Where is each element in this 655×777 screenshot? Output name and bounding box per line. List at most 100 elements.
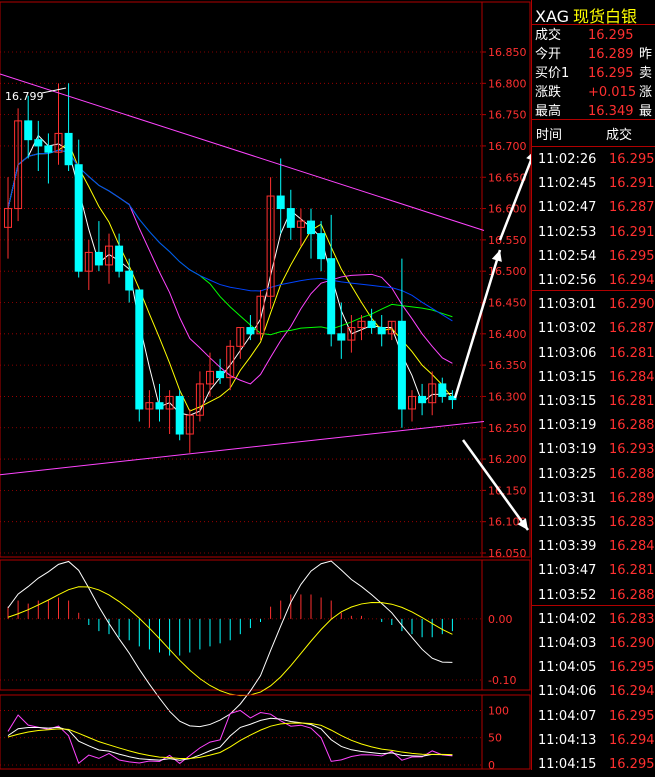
quote-row: 涨跌 +0.015 涨 (535, 83, 652, 103)
tick-price: 16.293 (609, 442, 655, 458)
tick-price: 16.284 (609, 369, 655, 385)
tick-time: 11:03:15 (538, 394, 597, 409)
candle-down (94, 251, 103, 266)
candle-down (64, 132, 73, 166)
tick-row[interactable]: 11:02:26 16.295 (538, 148, 655, 172)
tick-row[interactable]: 11:03:06 16.281 (538, 342, 655, 366)
tick-price: 16.295 (609, 248, 655, 264)
tick-time: 11:03:39 (538, 539, 597, 555)
tick-row[interactable]: 11:03:19 16.293 (538, 438, 655, 462)
candle-down (175, 395, 184, 435)
quote-value: 16.289 (588, 47, 634, 62)
candle-down (397, 320, 406, 410)
tick-row[interactable]: 11:03:15 16.284 (538, 366, 655, 390)
tick-price: 16.295 (609, 660, 655, 676)
tick-row[interactable]: 11:03:02 16.287 (538, 317, 655, 341)
quote-extra-label: 涨 (639, 85, 653, 100)
candle-down (246, 327, 255, 335)
divider (532, 146, 655, 147)
price-tick-label: 16.450 (488, 297, 527, 310)
kline-chart[interactable]: 16.799 16.85016.80016.75016.70016.65016.… (0, 0, 531, 770)
kdj-tick-label: 0 (488, 759, 495, 770)
tick-price: 16.291 (609, 176, 655, 192)
tick-row[interactable]: 11:03:31 16.289 (538, 487, 655, 511)
tick-row[interactable]: 11:02:53 16.291 (538, 221, 655, 245)
arrow-up (453, 249, 502, 399)
tick-row[interactable]: 11:04:03 16.290 (538, 632, 655, 656)
tick-price: 16.289 (609, 490, 655, 506)
candle-down (155, 402, 164, 410)
ticks-header-price: 成交 (606, 128, 633, 143)
price-tick-label: 16.050 (488, 547, 527, 560)
macd-dea-line (7, 586, 453, 697)
candle-down (418, 395, 427, 404)
quote-value: 16.295 (588, 28, 634, 43)
price-tick-label: 16.550 (488, 234, 527, 247)
price-tick-label: 16.350 (488, 359, 527, 372)
tick-row[interactable]: 11:03:01 16.290 (538, 293, 655, 317)
tick-time: 11:04:03 (538, 636, 597, 651)
macd-frame (0, 559, 531, 691)
tick-price: 16.287 (609, 200, 655, 216)
candle-down (367, 320, 376, 329)
price-tick-label: 16.650 (488, 171, 527, 184)
tick-price: 16.281 (609, 345, 655, 361)
tick-price: 16.295 (609, 152, 655, 167)
tick-time: 11:02:26 (538, 152, 597, 167)
quote-value: 16.295 (588, 66, 634, 81)
tick-row[interactable]: 11:03:35 16.283 (538, 511, 655, 535)
high-price-annotation: 16.799 (5, 90, 44, 103)
tick-time: 11:02:45 (538, 176, 597, 192)
tick-time: 11:03:47 (538, 563, 597, 579)
tick-time: 11:04:02 (538, 611, 597, 627)
tick-row[interactable]: 11:04:07 16.295 (538, 705, 655, 729)
candle-down (276, 195, 285, 210)
tick-price: 16.294 (609, 732, 655, 748)
tick-row[interactable]: 11:02:47 16.287 (538, 196, 655, 220)
price-tick-label: 16.200 (488, 453, 527, 466)
quote-extra-label: 卖 (639, 66, 653, 81)
price-tick-label: 16.250 (488, 422, 527, 435)
tick-price: 16.291 (609, 224, 655, 240)
tick-group-divider (532, 290, 655, 292)
tick-row[interactable]: 11:03:15 16.281 (538, 390, 655, 414)
quote-label: 今开 (535, 47, 562, 62)
candle-down (327, 258, 336, 335)
quote-row: 买价1 16.295 卖 (535, 64, 652, 84)
candle-down (317, 233, 326, 260)
price-panel-frame (0, 1, 531, 558)
tick-time: 11:04:07 (538, 708, 597, 724)
candle-down (377, 327, 386, 335)
candle-down (135, 289, 144, 410)
quote-value: +0.015 (588, 85, 637, 100)
tick-row[interactable]: 11:04:05 16.295 (538, 656, 655, 680)
ma-20-line (7, 149, 453, 336)
tick-time: 11:02:53 (538, 224, 597, 240)
tick-row[interactable]: 11:04:13 16.294 (538, 729, 655, 753)
tick-row[interactable]: 11:03:47 16.281 (538, 559, 655, 583)
tick-time: 11:03:19 (538, 418, 597, 434)
tick-row[interactable]: 11:03:25 16.288 (538, 463, 655, 487)
tick-time: 11:03:01 (538, 297, 597, 313)
tick-group-divider (532, 604, 655, 606)
price-tick-label: 16.750 (488, 109, 527, 122)
tick-price: 16.290 (609, 297, 655, 313)
price-tick-label: 16.800 (488, 77, 527, 90)
tick-row[interactable]: 11:02:54 16.295 (538, 245, 655, 269)
arrow-up-2 (498, 156, 531, 241)
candle-down (438, 383, 447, 397)
candle-down (115, 245, 124, 272)
tick-row[interactable]: 11:04:06 16.294 (538, 680, 655, 704)
tick-row[interactable]: 11:03:39 16.284 (538, 535, 655, 559)
lower-trendline (0, 420, 485, 476)
tick-price: 16.287 (609, 321, 655, 337)
tick-row[interactable]: 11:04:15 16.295 (538, 753, 655, 777)
macd-tick-label: -0.10 (488, 674, 516, 687)
tick-row[interactable]: 11:04:02 16.283 (538, 608, 655, 632)
tick-row[interactable]: 11:03:19 16.288 (538, 414, 655, 438)
divider (532, 24, 655, 25)
tick-price: 16.284 (609, 539, 655, 555)
tick-row[interactable]: 11:02:45 16.291 (538, 172, 655, 196)
tick-time: 11:04:06 (538, 684, 597, 700)
quote-label: 涨跌 (535, 85, 562, 100)
